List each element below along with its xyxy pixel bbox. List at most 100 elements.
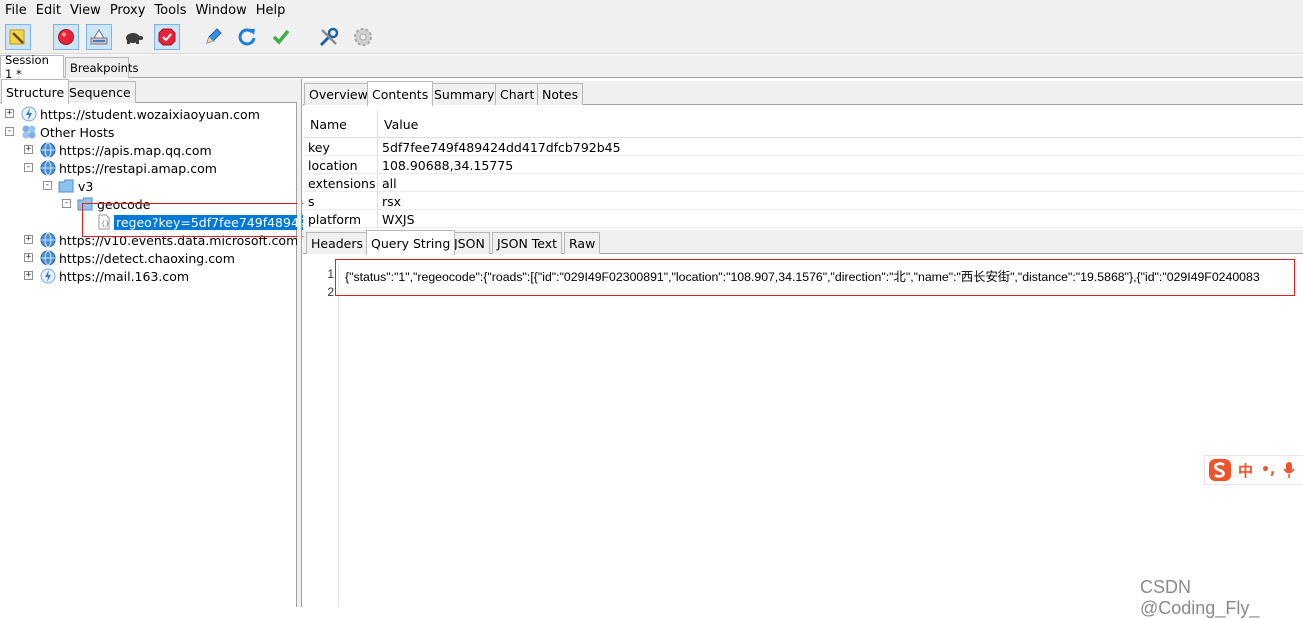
sogou-logo-icon (1209, 459, 1231, 481)
tab-label: Summary (434, 87, 495, 102)
edit-button[interactable] (200, 24, 226, 50)
menu-help[interactable]: Help (253, 3, 292, 18)
tab-label: JSON Text (497, 236, 558, 251)
line-number-gutter: 1 2 (303, 262, 339, 607)
menu-window[interactable]: Window (192, 3, 252, 18)
table-row[interactable]: key 5df7fee749f489424dd417dfcb792b45 (303, 138, 1303, 156)
tab-session-1[interactable]: Session 1 * (0, 53, 64, 81)
toolbar (0, 20, 1303, 54)
menu-view[interactable]: View (67, 3, 107, 18)
globe-icon (40, 160, 56, 176)
table-row[interactable]: platform WXJS (303, 210, 1303, 228)
settings-button[interactable] (350, 24, 376, 50)
refresh-icon (238, 28, 256, 46)
tree-item[interactable]: + https://apis.map.qq.com (0, 141, 297, 159)
tab-raw[interactable]: Raw (564, 232, 601, 254)
tab-label: Notes (542, 87, 579, 102)
expander-minus-icon[interactable]: - (62, 199, 71, 208)
tab-label: JSON (454, 236, 485, 251)
menu-proxy[interactable]: Proxy (107, 3, 152, 18)
tree-item[interactable]: - v3 (0, 177, 297, 195)
detail-tab-strip: Overview Contents Summary Chart Notes (303, 81, 1303, 106)
tab-headers[interactable]: Headers (306, 232, 369, 254)
throttle-icon (90, 29, 108, 45)
tab-chart[interactable]: Chart (495, 83, 540, 105)
tab-query-string[interactable]: Query String (366, 230, 456, 255)
tab-breakpoints[interactable]: Breakpoints (65, 57, 138, 78)
tree-item-label: https://detect.chaoxing.com (59, 250, 235, 266)
globe-icon (40, 142, 56, 158)
lightning-icon (21, 106, 37, 122)
validate-button[interactable] (268, 24, 294, 50)
expander-plus-icon[interactable]: + (24, 235, 33, 244)
menu-edit[interactable]: Edit (33, 3, 67, 18)
tree-item[interactable]: - https://restapi.amap.com (0, 159, 297, 177)
throttle-button[interactable] (86, 24, 112, 50)
tab-overview[interactable]: Overview (304, 83, 373, 105)
row-value: 5df7fee749f489424dd417dfcb792b45 (382, 139, 621, 155)
expander-plus-icon[interactable]: + (5, 109, 14, 118)
folder-icon (58, 179, 74, 193)
tab-label: Contents (372, 86, 429, 102)
row-name: extensions (308, 175, 376, 191)
table-row[interactable]: location 108.90688,34.15775 (303, 156, 1303, 174)
tab-label: Raw (569, 236, 596, 251)
highlight-box (82, 203, 307, 237)
expander-minus-icon[interactable]: - (24, 163, 33, 172)
menu-file[interactable]: File (2, 3, 33, 18)
lightning-icon (40, 268, 56, 284)
left-tab-strip: Structure Sequence (0, 79, 297, 104)
ime-mode-label: 中 (1238, 461, 1254, 480)
tab-json-text[interactable]: JSON Text (492, 232, 563, 254)
expander-plus-icon[interactable]: + (24, 271, 33, 280)
slow-button[interactable] (120, 24, 146, 50)
record-button[interactable] (53, 24, 79, 50)
tree-item[interactable]: + https://detect.chaoxing.com (0, 249, 297, 267)
tab-label: Sequence (69, 85, 131, 100)
breakpoint-icon (158, 28, 176, 46)
response-text-viewer[interactable]: 1 2 {"status":"1","regeocode":{"roads":[… (303, 262, 1303, 607)
tab-label: Query String (371, 235, 451, 251)
row-name: key (308, 139, 330, 155)
expander-plus-icon[interactable]: + (24, 145, 33, 154)
tab-sequence[interactable]: Sequence (64, 81, 136, 103)
expander-plus-icon[interactable]: + (24, 253, 33, 262)
tree-item[interactable]: + https://mail.163.com (0, 267, 297, 285)
expander-minus-icon[interactable]: - (43, 181, 52, 190)
highlight-box (335, 259, 1295, 296)
row-value: WXJS (382, 211, 415, 227)
table-row[interactable]: extensions all (303, 174, 1303, 192)
ime-toolbar[interactable]: 中 •, (1204, 455, 1303, 485)
table-row[interactable]: s rsx (303, 192, 1303, 210)
tree-item-label: https://apis.map.qq.com (59, 142, 212, 158)
tab-summary[interactable]: Summary (429, 83, 500, 105)
row-name: s (308, 193, 315, 209)
response-tab-strip: Headers Query String JSON JSON Text Raw (303, 230, 1303, 255)
tree-item[interactable]: + https://student.wozaixiaoyuan.com (0, 105, 297, 123)
menu-tools[interactable]: Tools (151, 3, 192, 18)
row-value: 108.90688,34.15775 (382, 157, 514, 173)
tools-icon (319, 27, 339, 47)
record-icon (58, 29, 74, 45)
ime-punctuation-label: •, (1261, 462, 1276, 478)
expander-minus-icon[interactable]: - (5, 127, 14, 136)
globe-icon (40, 250, 56, 266)
tree-item[interactable]: - Other Hosts (0, 123, 297, 141)
tab-structure[interactable]: Structure (1, 79, 70, 104)
tree-item-label: v3 (78, 178, 94, 194)
structure-pane: Structure Sequence + https://student.woz… (0, 79, 317, 607)
turtle-icon (126, 33, 143, 44)
repeat-button[interactable] (234, 24, 260, 50)
breakpoint-button[interactable] (154, 24, 180, 50)
tab-label: Session 1 * (5, 53, 49, 81)
tab-contents[interactable]: Contents (367, 81, 434, 106)
tab-notes[interactable]: Notes (537, 83, 584, 105)
tree-item-label: https://restapi.amap.com (59, 160, 217, 176)
row-value: all (382, 175, 397, 191)
clear-button[interactable] (5, 24, 31, 50)
tools-button[interactable] (316, 24, 342, 50)
row-value: rsx (382, 193, 402, 209)
pane-splitter[interactable] (297, 79, 302, 607)
column-header-name[interactable]: Name (310, 115, 347, 133)
column-header-value[interactable]: Value (384, 115, 418, 133)
